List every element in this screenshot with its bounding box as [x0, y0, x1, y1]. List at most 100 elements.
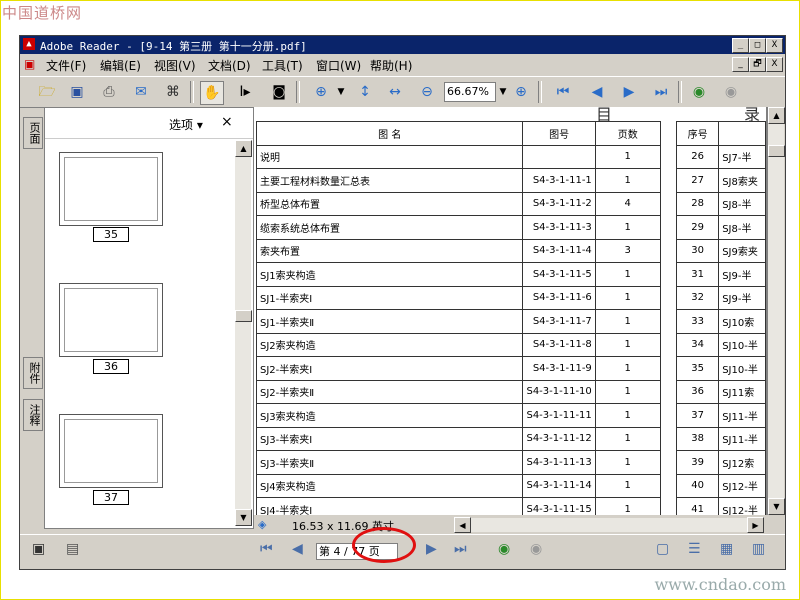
pane-tabs: 页面 附件 注释 [22, 107, 43, 527]
close-pane-icon[interactable]: × [221, 114, 233, 130]
menu-tools[interactable]: 工具(T) [262, 57, 303, 74]
options-menu[interactable]: 选项 ▾ [169, 116, 203, 133]
doc-close-button[interactable]: X [766, 57, 783, 72]
toc-cell-name: 桥型总体布置 [255, 191, 524, 216]
toc-cell-name: SJ3索夹构造 [255, 403, 524, 428]
horizontal-scrollbar[interactable]: ◀ ▶ [454, 517, 764, 533]
toc-cell-pages: 1 [594, 144, 661, 169]
scroll-up-icon[interactable]: ▲ [235, 140, 252, 157]
toc-cell-name: 索夹布置 [255, 238, 524, 263]
toc-cell-pages: 1 [594, 332, 661, 357]
toc-cell-drawing-no: S4-3-1-11-14 [522, 473, 596, 498]
open-folder-icon[interactable]: 🗁 [36, 81, 58, 103]
go-forward-icon[interactable]: ◉ [720, 81, 742, 103]
zoom-out-icon[interactable]: ⊖ [416, 81, 438, 103]
toc-cell-drawing-no: S4-3-1-11-11 [522, 403, 596, 428]
single-page-view-icon[interactable]: ▢ [656, 541, 669, 557]
nav-go-forward-icon[interactable]: ◉ [530, 541, 542, 557]
continuous-facing-view-icon[interactable]: ▥ [752, 541, 765, 557]
watermark-top: 中国道桥网 [2, 4, 83, 22]
go-back-icon[interactable]: ◉ [688, 81, 710, 103]
doc-minimize-button[interactable]: _ [732, 57, 749, 72]
minimize-button[interactable]: _ [732, 38, 749, 53]
nav-go-back-icon[interactable]: ◉ [498, 541, 510, 557]
snapshot-icon[interactable]: ◙ [268, 81, 290, 103]
zoom-tool-dropdown-icon[interactable]: ▼ [330, 81, 352, 103]
toc-cell-drawing-no: S4-3-1-11-1 [522, 168, 596, 193]
toc-cell-name-right: SJ8索夹 [718, 168, 766, 193]
pdf-doc-icon: ▣ [24, 57, 36, 71]
scroll-down-icon[interactable]: ▼ [768, 498, 785, 515]
toc-cell-name-right: SJ8-半 [718, 215, 766, 240]
next-page-icon[interactable]: ▶ [618, 81, 640, 103]
previous-page-icon[interactable]: ◀ [586, 81, 608, 103]
print-icon[interactable]: ⎙ [98, 81, 120, 103]
menu-edit[interactable]: 编辑(E) [100, 57, 141, 74]
thumbnail-scrollbar[interactable]: ▲ ▼ [235, 140, 252, 526]
zoom-level-select[interactable]: 66.67% [444, 82, 496, 102]
select-text-icon[interactable]: I▸ [234, 81, 256, 103]
save-icon[interactable]: ▣ [66, 81, 88, 103]
continuous-view-icon[interactable]: ☰ [688, 541, 701, 557]
menu-window[interactable]: 窗口(W) [316, 57, 361, 74]
scroll-thumb[interactable] [768, 145, 785, 157]
page-thumbnail[interactable] [59, 414, 163, 488]
adobe-app-icon: ▲ [23, 38, 35, 50]
scroll-up-icon[interactable]: ▲ [768, 107, 785, 124]
toc-cell-seq: 34 [676, 332, 720, 357]
zoom-in-icon[interactable]: ⊕ [510, 81, 532, 103]
scroll-left-icon[interactable]: ◀ [454, 517, 471, 533]
toc-cell-name-right: SJ12索 [718, 450, 766, 475]
scroll-thumb[interactable] [235, 310, 252, 322]
nav-last-page-icon[interactable]: ⏭ [454, 541, 467, 557]
menu-file[interactable]: 文件(F) [46, 57, 86, 74]
toc-cell-name-right: SJ9-半 [718, 262, 766, 287]
nav-previous-page-icon[interactable]: ◀ [292, 541, 303, 557]
toc-cell-pages: 1 [594, 379, 661, 404]
close-button[interactable]: X [766, 38, 783, 53]
toc-cell-pages: 1 [594, 285, 661, 310]
tab-comments[interactable]: 注释 [23, 399, 43, 431]
toc-row: SJ4-半索夹Ⅰ S4-3-1-11-15 1 41 SJ12-半 [255, 497, 766, 515]
toc-cell-name-right: SJ11-半 [718, 403, 766, 428]
nav-first-page-icon[interactable]: ⏮ [260, 541, 273, 557]
scroll-down-icon[interactable]: ▼ [235, 509, 252, 526]
fit-page-icon[interactable]: ↕ [354, 81, 376, 103]
last-page-icon[interactable]: ⏭ [650, 81, 672, 103]
email-icon[interactable]: ✉ [130, 81, 152, 103]
toolbar-divider [296, 81, 300, 103]
document-icon[interactable]: ▤ [66, 541, 79, 557]
toc-cell-name: 说明 [255, 144, 524, 169]
toc-cell-name-right: SJ9-半 [718, 285, 766, 310]
col-header-seq: 序号 [676, 121, 720, 146]
toc-row: SJ3-半索夹Ⅰ S4-3-1-11-12 1 38 SJ11-半 [255, 426, 766, 451]
toc-cell-seq: 27 [676, 168, 720, 193]
maximize-button[interactable]: □ [749, 38, 766, 53]
tab-pages[interactable]: 页面 [23, 117, 43, 149]
toc-row: 说明 1 26 SJ7-半 [255, 144, 766, 169]
menu-help[interactable]: 帮助(H) [370, 57, 412, 74]
toc-row: SJ3索夹构造 S4-3-1-11-11 1 37 SJ11-半 [255, 403, 766, 428]
screen-icon[interactable]: ▣ [32, 541, 45, 557]
tab-attachments[interactable]: 附件 [23, 357, 43, 389]
first-page-icon[interactable]: ⏮ [552, 81, 574, 103]
toc-cell-seq: 35 [676, 356, 720, 381]
search-binoculars-icon[interactable]: ⌘ [162, 81, 184, 103]
toc-row: SJ4索夹构造 S4-3-1-11-14 1 40 SJ12-半 [255, 473, 766, 498]
nav-next-page-icon[interactable]: ▶ [426, 541, 437, 557]
toc-cell-name-right: SJ11-半 [718, 426, 766, 451]
menu-document[interactable]: 文档(D) [208, 57, 251, 74]
hand-tool-icon[interactable]: ✋ [200, 81, 224, 105]
doc-restore-button[interactable]: 🗗 [749, 57, 766, 72]
scroll-right-icon[interactable]: ▶ [747, 517, 764, 533]
page-thumbnail[interactable] [59, 283, 163, 357]
page-thumbnail[interactable] [59, 152, 163, 226]
toc-cell-seq: 41 [676, 497, 720, 515]
fit-width-icon[interactable]: ↔ [384, 81, 406, 103]
page-size-icon: ◈ [258, 518, 267, 531]
toc-cell-drawing-no: S4-3-1-11-13 [522, 450, 596, 475]
zoom-in-tool-icon[interactable]: ⊕ [310, 81, 332, 103]
menu-view[interactable]: 视图(V) [154, 57, 196, 74]
document-scrollbar[interactable]: ▲ ▼ [768, 107, 785, 515]
facing-view-icon[interactable]: ▦ [720, 541, 733, 557]
